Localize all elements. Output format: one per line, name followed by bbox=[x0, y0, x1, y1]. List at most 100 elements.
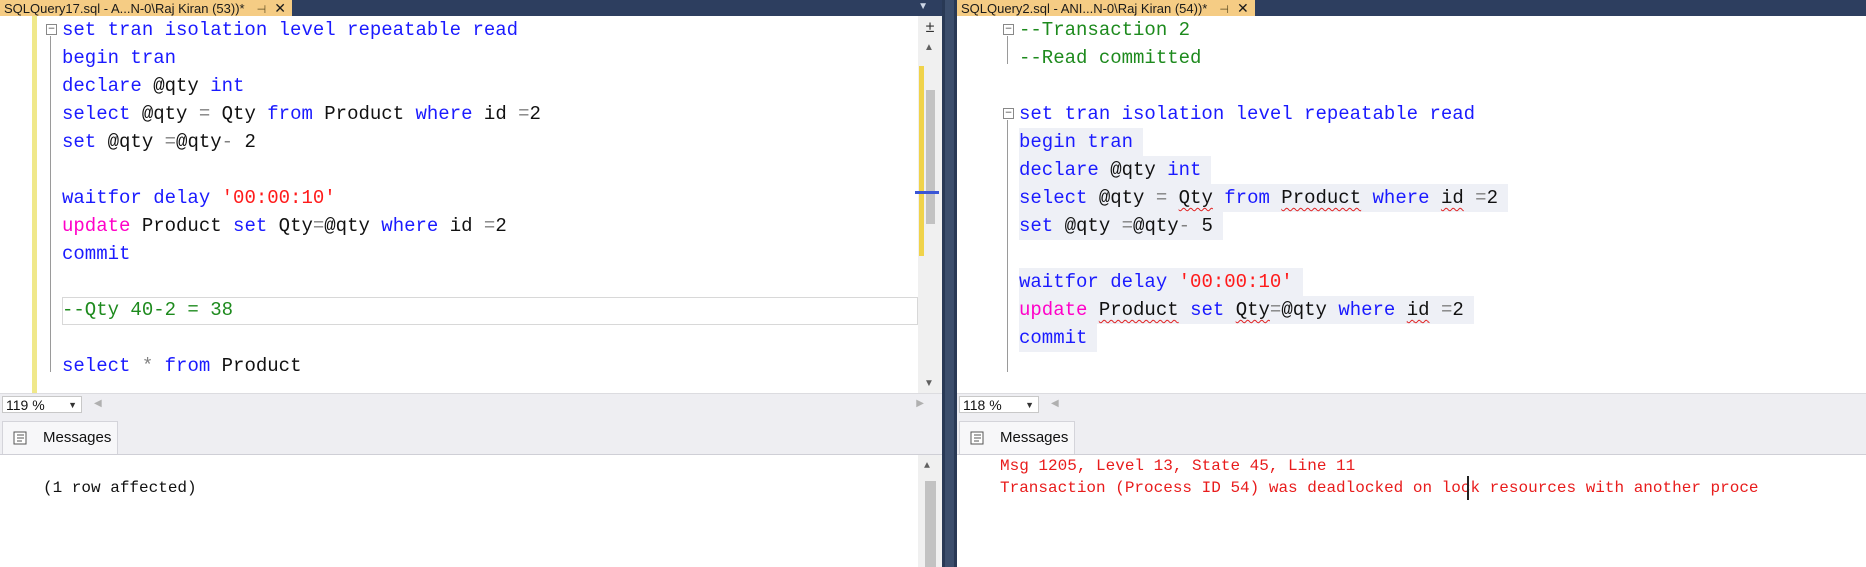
code-line[interactable]: select * from Product bbox=[62, 352, 301, 380]
left-messages-panel[interactable]: (1 row affected) ▲ bbox=[0, 455, 942, 567]
code-token: = bbox=[312, 215, 325, 237]
change-marker bbox=[919, 66, 924, 256]
right-messages-tab[interactable]: Messages bbox=[959, 421, 1075, 454]
scroll-right-icon[interactable]: ▶ bbox=[916, 398, 924, 409]
collapse-icon[interactable]: − bbox=[1003, 24, 1014, 35]
scroll-up-icon[interactable]: ▲ bbox=[924, 461, 930, 472]
message-line: (1 row affected) bbox=[43, 479, 197, 497]
code-line[interactable]: commit bbox=[1019, 324, 1098, 352]
error-message-line: Transaction (Process ID 54) was deadlock… bbox=[1000, 479, 1759, 497]
messages-tab-label: Messages bbox=[43, 429, 112, 446]
code-line[interactable]: begin tran bbox=[62, 44, 176, 72]
left-document-tab[interactable]: SQLQuery17.sql - A...N-0\Raj Kiran (53))… bbox=[0, 0, 292, 16]
code-token: = bbox=[483, 215, 496, 237]
code-line[interactable]: set @qty =@qty- 2 bbox=[62, 128, 256, 156]
code-token: 2 bbox=[1452, 299, 1464, 321]
code-token: select bbox=[62, 103, 131, 125]
code-token: int bbox=[210, 75, 245, 97]
scroll-down-icon[interactable]: ▼ bbox=[924, 378, 934, 389]
right-code-area[interactable]: --Transaction 2− --Read committed set tran… bbox=[1003, 16, 1866, 393]
code-token: Qty bbox=[1235, 299, 1270, 321]
code-token: commit bbox=[62, 243, 131, 265]
right-zoom-value: 118 % bbox=[963, 397, 1002, 413]
code-token: --Transaction 2 bbox=[1019, 19, 1191, 41]
code-line[interactable]: select @qty = Qty from Product where id … bbox=[62, 100, 541, 128]
code-token: = bbox=[1475, 187, 1487, 209]
code-line[interactable]: waitfor delay '00:00:10' bbox=[1019, 268, 1303, 296]
left-zoom-select[interactable]: 119 % ▼ bbox=[2, 396, 82, 413]
right-document-tab[interactable]: SQLQuery2.sql - ANI...N-0\Raj Kiran (54)… bbox=[957, 0, 1255, 16]
code-line[interactable]: --Qty 40-2 = 38 bbox=[62, 296, 233, 324]
code-token: where bbox=[415, 103, 473, 125]
code-token: = bbox=[1121, 215, 1134, 237]
code-token: = bbox=[198, 103, 211, 125]
text-cursor-icon bbox=[1467, 476, 1469, 500]
code-line[interactable]: set @qty =@qty- 5 bbox=[1019, 212, 1223, 240]
code-token: @qty bbox=[1098, 159, 1168, 181]
fold-guide bbox=[1007, 36, 1008, 64]
code-line[interactable]: waitfor delay '00:00:10' bbox=[62, 184, 336, 212]
code-line[interactable]: update Product set Qty=@qty where id =2 bbox=[1019, 296, 1474, 324]
split-editor-icon[interactable]: ± bbox=[921, 18, 939, 38]
code-line[interactable]: --Read committed bbox=[1019, 44, 1201, 72]
change-tracking-bar bbox=[32, 16, 37, 393]
code-token: 2 bbox=[495, 215, 507, 237]
code-line[interactable]: select @qty = Qty from Product where id … bbox=[1019, 184, 1508, 212]
code-token: declare bbox=[62, 75, 142, 97]
code-token: Product bbox=[1281, 187, 1362, 209]
left-vertical-scrollbar[interactable]: ± ▲ ▼ bbox=[915, 16, 942, 393]
code-line[interactable]: set tran isolation level repeatable read bbox=[1019, 100, 1475, 128]
code-token: 2 bbox=[1486, 187, 1498, 209]
code-line[interactable]: commit bbox=[62, 240, 130, 268]
scroll-thumb[interactable] bbox=[926, 90, 935, 224]
scroll-up-icon[interactable]: ▲ bbox=[924, 42, 934, 53]
left-messages-scrollbar[interactable]: ▲ bbox=[918, 455, 942, 567]
code-token: waitfor delay bbox=[1019, 271, 1179, 293]
close-icon[interactable]: ✕ bbox=[274, 0, 286, 16]
code-token: declare bbox=[1019, 159, 1099, 181]
chevron-down-icon: ▼ bbox=[68, 400, 77, 410]
scroll-left-icon[interactable]: ◀ bbox=[1051, 398, 1059, 409]
right-zoom-select[interactable]: 118 % ▼ bbox=[959, 396, 1039, 413]
left-code-area[interactable]: set tran isolation level repeatable read… bbox=[46, 16, 918, 393]
pane-splitter[interactable] bbox=[942, 0, 957, 567]
scroll-thumb[interactable] bbox=[925, 481, 936, 567]
right-messages-panel[interactable]: Msg 1205, Level 13, State 45, Line 11 Tr… bbox=[957, 455, 1866, 567]
collapse-icon[interactable]: − bbox=[46, 24, 57, 35]
left-messages-tab[interactable]: Messages bbox=[2, 421, 118, 454]
code-token: - bbox=[1178, 215, 1191, 237]
code-token: @qty bbox=[130, 103, 199, 125]
left-code-editor[interactable]: set tran isolation level repeatable read… bbox=[0, 16, 942, 393]
code-line[interactable]: --Transaction 2 bbox=[1019, 16, 1190, 44]
error-message-line: Msg 1205, Level 13, State 45, Line 11 bbox=[1000, 457, 1356, 475]
code-line[interactable]: set tran isolation level repeatable read bbox=[62, 16, 518, 44]
code-token: from bbox=[164, 355, 211, 377]
code-line[interactable]: declare @qty int bbox=[1019, 156, 1212, 184]
scroll-left-icon[interactable]: ◀ bbox=[94, 398, 102, 409]
code-token: id bbox=[1440, 187, 1464, 209]
code-token: from bbox=[1224, 187, 1270, 209]
code-token: 2 bbox=[233, 131, 256, 153]
code-line[interactable]: update Product set Qty=@qty where id =2 bbox=[62, 212, 507, 240]
close-icon[interactable]: ✕ bbox=[1237, 0, 1249, 16]
code-token: set bbox=[233, 215, 268, 237]
code-token: Product bbox=[312, 103, 416, 125]
code-token: Product bbox=[130, 215, 234, 237]
code-token: id bbox=[438, 215, 484, 237]
code-token: id bbox=[472, 103, 519, 125]
right-code-editor[interactable]: --Transaction 2− --Read committed set tran… bbox=[957, 16, 1866, 393]
chevron-down-icon: ▼ bbox=[1025, 400, 1034, 410]
right-tab-strip: SQLQuery2.sql - ANI...N-0\Raj Kiran (54)… bbox=[957, 0, 1866, 16]
code-token: from bbox=[267, 103, 313, 125]
code-token: int bbox=[1167, 159, 1202, 181]
code-token: update bbox=[1019, 299, 1088, 321]
code-line[interactable]: declare @qty int bbox=[62, 72, 244, 100]
tab-dropdown-icon[interactable]: ▼ bbox=[918, 1, 928, 12]
collapse-icon[interactable]: − bbox=[1003, 108, 1014, 119]
code-token: Qty bbox=[1178, 187, 1213, 209]
code-line[interactable]: begin tran bbox=[1019, 128, 1144, 156]
